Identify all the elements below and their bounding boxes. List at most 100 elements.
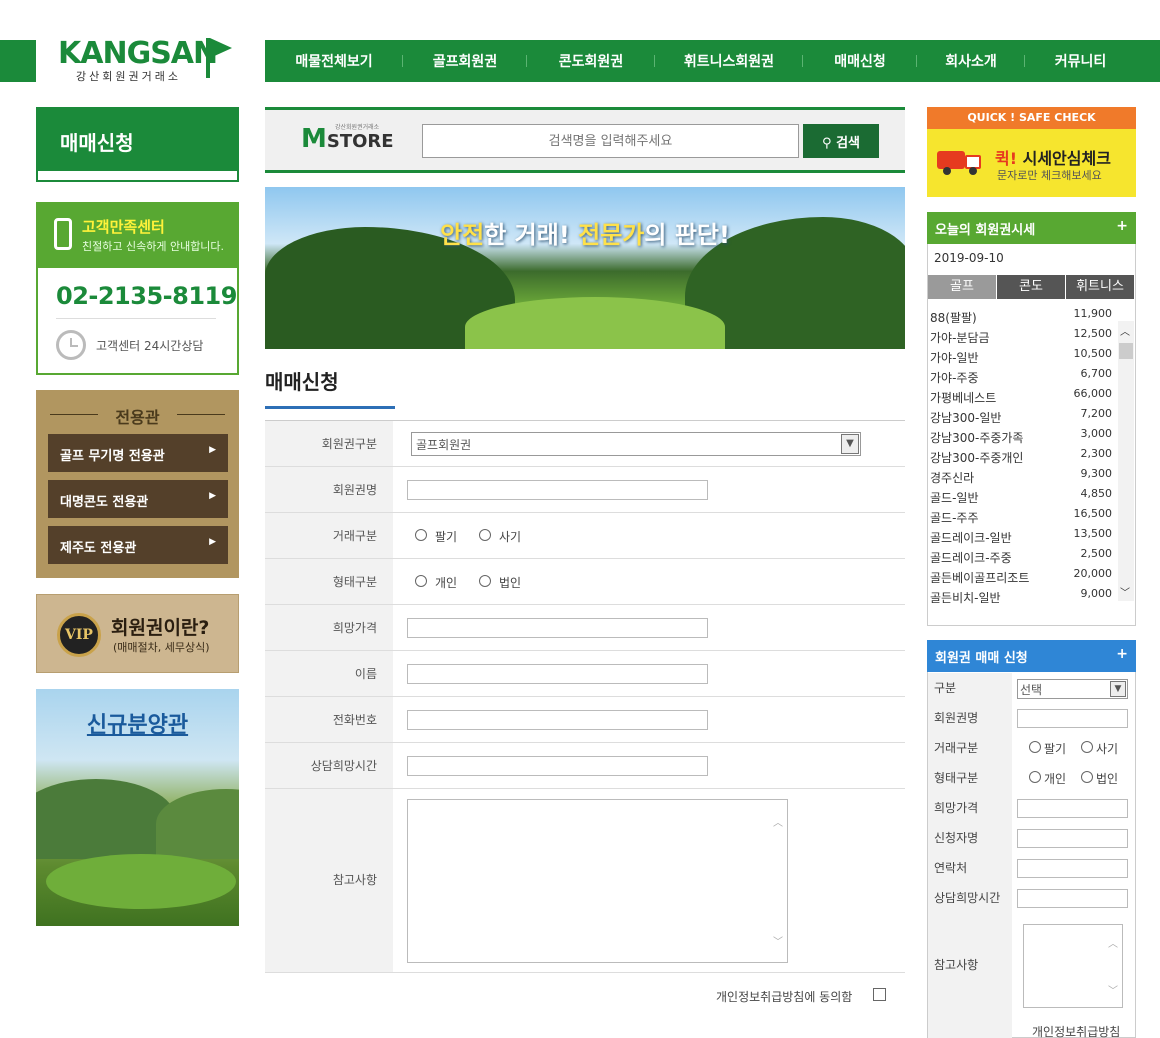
exclusive-item-label: 대명콘도 전용관 bbox=[60, 495, 149, 510]
form-label: 회원권구분 bbox=[265, 421, 393, 466]
category-select-value: 골프회원권 bbox=[416, 438, 472, 452]
new-sale-banner[interactable]: 신규분양관 bbox=[36, 689, 239, 926]
type-corporate-radio[interactable] bbox=[479, 575, 491, 587]
logo-main-text: KANGSAN bbox=[58, 36, 218, 71]
triangle-right-icon: ▶ bbox=[209, 537, 216, 547]
plus-icon[interactable]: + bbox=[1116, 646, 1128, 662]
plus-icon[interactable]: + bbox=[1116, 218, 1128, 234]
nav-company[interactable]: 회사소개 bbox=[917, 51, 1025, 71]
rate-row[interactable]: 가평베네스트 66,000 bbox=[928, 387, 1118, 407]
rate-row[interactable]: 골든비치-일반 9,000 bbox=[928, 587, 1118, 607]
exclusive-jeju-button[interactable]: 제주도 전용관 ▶ bbox=[48, 526, 228, 564]
rate-row[interactable]: 골든베이골프리조트 20,000 bbox=[928, 567, 1118, 587]
rate-row[interactable]: 경주신라 9,300 bbox=[928, 467, 1118, 487]
site-logo[interactable]: KANGSAN 강산회원권거래소 bbox=[36, 36, 246, 84]
name-input[interactable] bbox=[407, 664, 708, 684]
apply-notes-textarea[interactable]: ︿ ﹀ bbox=[1023, 924, 1123, 1008]
membership-name-input[interactable] bbox=[407, 480, 708, 500]
exclusive-golf-bearer-button[interactable]: 골프 무기명 전용관 ▶ bbox=[48, 434, 228, 472]
search-icon: ⚲ bbox=[822, 135, 832, 151]
nav-community[interactable]: 커뮤니티 bbox=[1025, 51, 1136, 71]
rates-list: 88(팔팔) 11,900 가야-분담금 12,500 가야-일반 10,500 가야-주중… bbox=[928, 307, 1118, 607]
exclusive-item-label: 제주도 전용관 bbox=[60, 541, 137, 556]
rate-row[interactable]: 88(팔팔) 11,900 bbox=[928, 307, 1118, 327]
chevron-up-icon[interactable]: ︿ bbox=[1120, 323, 1130, 338]
apply-time-input[interactable] bbox=[1017, 889, 1128, 908]
form-row: 형태구분 개인 법인 bbox=[265, 559, 905, 605]
rate-row[interactable]: 골드-주주 16,500 bbox=[928, 507, 1118, 527]
rates-scrollbar[interactable]: ︿ ﹀ bbox=[1118, 321, 1134, 601]
tab-golf[interactable]: 골프 bbox=[928, 275, 997, 299]
rate-row[interactable]: 강남300-주중개인 2,300 bbox=[928, 447, 1118, 467]
apply-contact-input[interactable] bbox=[1017, 859, 1128, 878]
rate-row[interactable]: 골드레이크-주중 2,500 bbox=[928, 547, 1118, 567]
tab-condo[interactable]: 콘도 bbox=[997, 275, 1066, 299]
privacy-agree-checkbox[interactable] bbox=[873, 988, 886, 1001]
scroll-down-icon[interactable]: ﹀ bbox=[1108, 982, 1118, 997]
rate-name: 88(팔팔) bbox=[930, 311, 977, 325]
trade-buy-radio[interactable] bbox=[479, 529, 491, 541]
chevron-down-icon: ▼ bbox=[1110, 681, 1126, 697]
rate-row[interactable]: 강남300-주중가족 3,000 bbox=[928, 427, 1118, 447]
rate-row[interactable]: 골드-일반 4,850 bbox=[928, 487, 1118, 507]
radio-label: 팔기 bbox=[1044, 742, 1067, 756]
search-input[interactable] bbox=[422, 124, 799, 158]
scroll-up-icon[interactable]: ︿ bbox=[1108, 935, 1118, 950]
chevron-down-icon[interactable]: ﹀ bbox=[1120, 584, 1130, 599]
apply-applicant-input[interactable] bbox=[1017, 829, 1128, 848]
apply-membership-input[interactable] bbox=[1017, 709, 1128, 728]
search-button[interactable]: ⚲ 검색 bbox=[803, 124, 879, 158]
nav-fitness[interactable]: 휘트니스회원권 bbox=[655, 51, 803, 71]
apply-individual-radio[interactable] bbox=[1029, 771, 1041, 783]
nav-trade-request[interactable]: 매매신청 bbox=[803, 51, 917, 71]
rate-row[interactable]: 가야-일반 10,500 bbox=[928, 347, 1118, 367]
trade-request-form: 회원권구분 골프회원권 ▼ 회원권명 거래구분 팔기 사기 형태구분 개인 법인… bbox=[265, 420, 905, 973]
nav-all-listings[interactable]: 매물전체보기 bbox=[265, 51, 403, 71]
rate-row[interactable]: 가야-주중 6,700 bbox=[928, 367, 1118, 387]
scroll-down-icon[interactable]: ﹀ bbox=[773, 933, 783, 948]
type-individual-radio[interactable] bbox=[415, 575, 427, 587]
apply-category-select[interactable]: 선택 ▼ bbox=[1017, 679, 1128, 699]
trade-sell-radio[interactable] bbox=[415, 529, 427, 541]
nav-condo[interactable]: 콘도회원권 bbox=[527, 51, 655, 71]
apply-label: 형태구분 bbox=[934, 771, 979, 785]
apply-label: 참고사항 bbox=[934, 958, 979, 972]
apply-sell-radio[interactable] bbox=[1029, 741, 1041, 753]
apply-label: 회원권명 bbox=[934, 711, 979, 725]
consult-time-input[interactable] bbox=[407, 756, 708, 776]
membership-info-banner[interactable]: VIP 회원권이란? (매매절차, 세무상식) bbox=[36, 594, 239, 673]
rate-value: 7,200 bbox=[1080, 407, 1113, 420]
nav-golf[interactable]: 골프회원권 bbox=[403, 51, 527, 71]
form-row: 상담희망시간 bbox=[265, 743, 905, 789]
mountain-shape bbox=[36, 779, 176, 859]
flag-icon bbox=[210, 38, 232, 58]
rate-name: 가야-일반 bbox=[930, 351, 979, 365]
apply-label-column bbox=[928, 673, 1012, 1038]
form-label: 거래구분 bbox=[265, 513, 393, 558]
tab-fitness[interactable]: 휘트니스 bbox=[1066, 275, 1135, 299]
scrollbar-thumb[interactable] bbox=[1119, 343, 1133, 359]
category-select[interactable]: 골프회원권 ▼ bbox=[411, 432, 861, 456]
truck-wheel-shape bbox=[943, 167, 951, 175]
apply-corporate-radio[interactable] bbox=[1081, 771, 1093, 783]
rate-row[interactable]: 골드레이크-일반 13,500 bbox=[928, 527, 1118, 547]
golf-green-shape bbox=[46, 854, 236, 909]
scroll-up-icon[interactable]: ︿ bbox=[773, 814, 783, 829]
rate-row[interactable]: 가야-분담금 12,500 bbox=[928, 327, 1118, 347]
apply-price-input[interactable] bbox=[1017, 799, 1128, 818]
apply-label: 거래구분 bbox=[934, 741, 979, 755]
rate-row[interactable]: 강남300-일반 7,200 bbox=[928, 407, 1118, 427]
today-rates-panel: 오늘의 회원권시세 + 2019-09-10 골프 콘도 휘트니스 88(팔팔)… bbox=[927, 212, 1136, 626]
apply-buy-radio[interactable] bbox=[1081, 741, 1093, 753]
form-label: 희망가격 bbox=[265, 605, 393, 650]
rate-name: 골든베이골프리조트 bbox=[930, 571, 1030, 585]
exclusive-daemyung-button[interactable]: 대명콘도 전용관 ▶ bbox=[48, 480, 228, 518]
phone-input[interactable] bbox=[407, 710, 708, 730]
quick-subtitle: 문자로만 체크해보세요 bbox=[997, 169, 1102, 182]
rate-name: 가야-주중 bbox=[930, 371, 979, 385]
fairway-shape bbox=[465, 297, 725, 349]
header-strip-left bbox=[0, 40, 36, 82]
notes-textarea[interactable]: ︿ ﹀ bbox=[407, 799, 788, 963]
quick-safe-check-banner[interactable]: QUICK ! SAFE CHECK 퀵! 시세안심체크 문자로만 체크해보세요 bbox=[927, 107, 1136, 197]
desired-price-input[interactable] bbox=[407, 618, 708, 638]
